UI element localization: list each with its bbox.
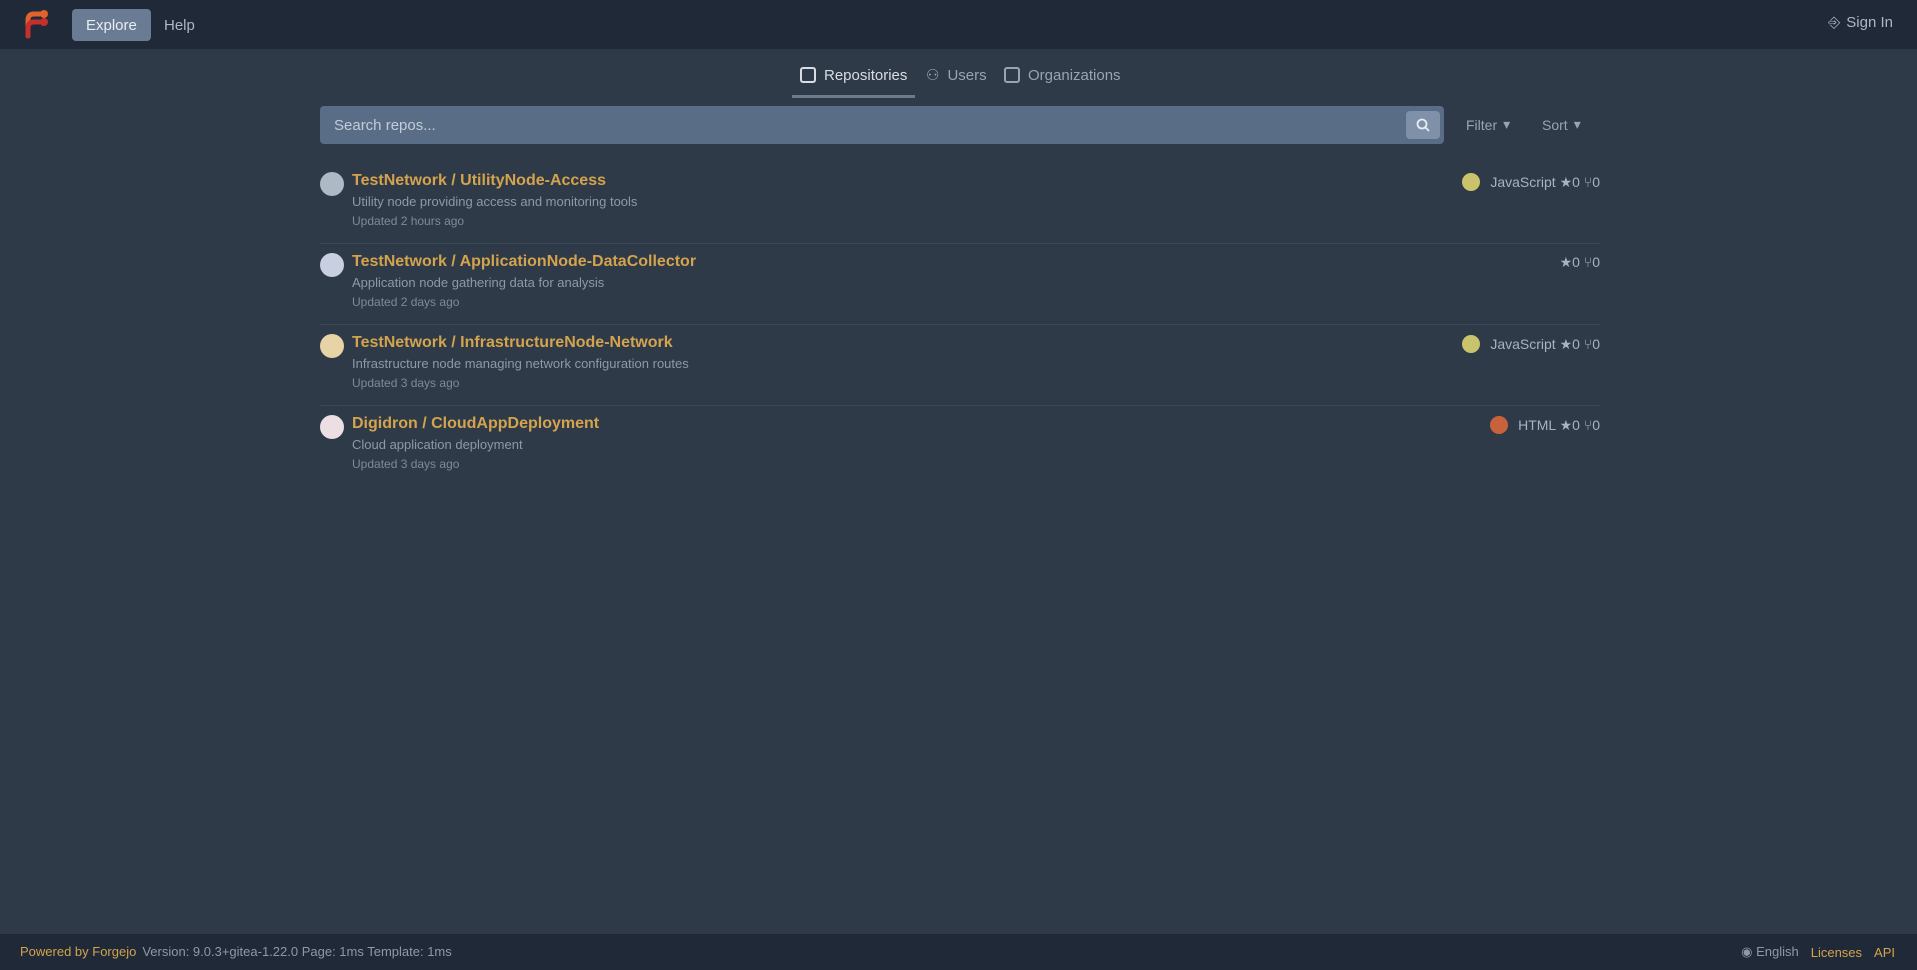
repo-stats: JavaScript ★0 ⑂0 bbox=[1490, 173, 1600, 190]
licenses-link[interactable]: Licenses bbox=[1811, 945, 1862, 960]
avatar bbox=[320, 334, 344, 358]
language-color-dot bbox=[1462, 335, 1481, 353]
footer: Powered by Forgejo Version: 9.0.3+gitea-… bbox=[0, 934, 1917, 970]
globe-icon: ◉ bbox=[1741, 944, 1753, 959]
chevron-down-icon: ▾ bbox=[1503, 116, 1511, 132]
repo-name-link[interactable]: TestNetwork / UtilityNode-Access bbox=[352, 172, 606, 190]
repo-name-link[interactable]: TestNetwork / InfrastructureNode-Network bbox=[352, 334, 673, 352]
sort-dropdown-label: Sort bbox=[1542, 116, 1568, 133]
top-navbar: Explore Help ⎆ Sign In bbox=[0, 0, 1917, 49]
repo-stats: ★0 ⑂0 bbox=[1559, 254, 1600, 270]
footer-right: ◉ English Licenses API bbox=[1741, 944, 1895, 960]
users-icon: ⚇ bbox=[926, 67, 940, 84]
filter-dropdown-label: Filter bbox=[1466, 116, 1498, 133]
explore-tabs: Repositories ⚇ Users Organizations bbox=[0, 52, 1917, 98]
search-bar bbox=[320, 106, 1444, 144]
avatar bbox=[320, 415, 344, 439]
forgejo-logo-icon[interactable] bbox=[18, 6, 56, 44]
chevron-down-icon: ▾ bbox=[1573, 116, 1581, 132]
repo-description: Application node gathering data for anal… bbox=[352, 275, 605, 290]
language-color-dot bbox=[1490, 416, 1509, 434]
repo-icon bbox=[800, 67, 816, 83]
language-color-dot bbox=[1462, 173, 1481, 191]
repo-meta: JavaScript ★0 ⑂0 bbox=[1462, 335, 1600, 353]
search-button[interactable] bbox=[1406, 111, 1440, 139]
repo-name-link[interactable]: TestNetwork / ApplicationNode-DataCollec… bbox=[352, 253, 696, 271]
repo-stats: JavaScript ★0 ⑂0 bbox=[1490, 335, 1600, 352]
nav-explore-label: Explore bbox=[86, 16, 137, 34]
nav-help-label: Help bbox=[164, 16, 195, 34]
repo-name-link[interactable]: Digidron / CloudAppDeployment bbox=[352, 415, 599, 433]
tab-users[interactable]: ⚇ Users bbox=[926, 52, 987, 98]
repo-description: Utility node providing access and monito… bbox=[352, 194, 638, 209]
avatar bbox=[320, 253, 344, 277]
repo-description: Cloud application deployment bbox=[352, 437, 523, 452]
organization-icon bbox=[1004, 67, 1020, 83]
tab-repositories[interactable]: Repositories bbox=[791, 52, 916, 98]
list-item: TestNetwork / InfrastructureNode-Network… bbox=[320, 326, 1600, 406]
sign-in-button[interactable]: ⎆ Sign In bbox=[1828, 14, 1893, 31]
list-item: Digidron / CloudAppDeployment Cloud appl… bbox=[320, 407, 1600, 487]
sign-in-icon: ⎆ bbox=[1828, 14, 1841, 31]
repo-updated: Updated 2 days ago bbox=[352, 295, 460, 309]
avatar bbox=[320, 172, 344, 196]
footer-version: Version: 9.0.3+gitea-1.22.0 Page: 1ms Te… bbox=[142, 944, 452, 959]
powered-by-link[interactable]: Powered by Forgejo bbox=[20, 944, 136, 959]
tab-repositories-label: Repositories bbox=[824, 66, 908, 84]
repo-meta: HTML ★0 ⑂0 bbox=[1490, 416, 1600, 434]
repo-updated: Updated 2 hours ago bbox=[352, 214, 465, 228]
sign-in-label: Sign In bbox=[1846, 14, 1893, 31]
nav-help[interactable]: Help bbox=[150, 9, 209, 41]
repo-stats: HTML ★0 ⑂0 bbox=[1518, 416, 1600, 433]
filter-dropdown[interactable]: Filter ▾ bbox=[1466, 116, 1510, 133]
footer-left: Powered by Forgejo Version: 9.0.3+gitea-… bbox=[20, 944, 452, 959]
repo-updated: Updated 3 days ago bbox=[352, 376, 460, 390]
list-item: TestNetwork / ApplicationNode-DataCollec… bbox=[320, 245, 1600, 325]
repo-meta: ★0 ⑂0 bbox=[1560, 254, 1600, 271]
language-label: English bbox=[1756, 944, 1799, 959]
search-input[interactable] bbox=[320, 106, 1400, 144]
api-link[interactable]: API bbox=[1874, 945, 1895, 960]
search-icon bbox=[1416, 118, 1430, 132]
sort-dropdown[interactable]: Sort ▾ bbox=[1542, 116, 1581, 133]
list-item: TestNetwork / UtilityNode-Access Utility… bbox=[320, 164, 1600, 244]
nav-explore[interactable]: Explore bbox=[72, 9, 151, 41]
repo-meta: JavaScript ★0 ⑂0 bbox=[1462, 173, 1600, 191]
tab-organizations[interactable]: Organizations bbox=[1004, 52, 1121, 98]
language-selector[interactable]: ◉ English bbox=[1741, 944, 1799, 960]
tab-users-label: Users bbox=[947, 66, 987, 84]
repo-description: Infrastructure node managing network con… bbox=[352, 356, 689, 371]
repo-updated: Updated 3 days ago bbox=[352, 457, 460, 471]
tab-organizations-label: Organizations bbox=[1028, 66, 1121, 84]
